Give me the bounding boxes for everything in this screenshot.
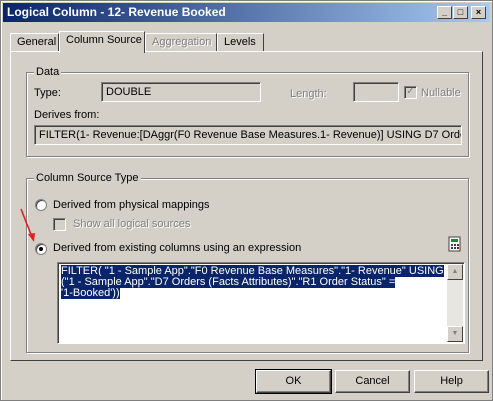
expression-line-3: '1-Booked')) [61, 287, 120, 299]
close-button[interactable]: × [471, 6, 486, 19]
window-title: Logical Column - 12- Revenue Booked [7, 5, 226, 19]
expression-text: FILTER( "1 - Sample App"."F0 Revenue Bas… [61, 265, 446, 299]
derives-from-field: FILTER(1- Revenue:[DAggr(F0 Revenue Base… [34, 125, 462, 145]
tab-levels[interactable]: Levels [217, 33, 264, 52]
show-all-sources-label: Show all logical sources [73, 218, 191, 230]
cancel-button[interactable]: Cancel [335, 370, 410, 393]
annotation-arrow-icon [20, 208, 35, 242]
radio-selected-dot [39, 247, 43, 251]
data-group-title: Data [34, 66, 62, 78]
scroll-up-button[interactable]: ▲ [447, 264, 463, 280]
length-field [353, 82, 399, 102]
nullable-checkbox: ✓ [404, 86, 417, 99]
data-group: Data Type: DOUBLE Length: ✓ Nullable Der… [26, 66, 469, 157]
length-label: Length: [290, 88, 327, 100]
column-source-type-title: Column Source Type [34, 172, 141, 184]
column-source-panel: Data Type: DOUBLE Length: ✓ Nullable Der… [10, 51, 483, 361]
show-all-sources-checkbox [53, 218, 66, 231]
nullable-label: Nullable [421, 87, 461, 99]
expression-radio[interactable] [35, 243, 47, 255]
scroll-down-button[interactable]: ▼ [447, 326, 463, 342]
type-label: Type: [34, 87, 61, 99]
physical-mappings-label[interactable]: Derived from physical mappings [53, 199, 210, 211]
expression-label[interactable]: Derived from existing columns using an e… [53, 242, 301, 254]
expression-textarea[interactable]: FILTER( "1 - Sample App"."F0 Revenue Bas… [57, 262, 465, 344]
tab-general[interactable]: General [10, 33, 59, 52]
maximize-button[interactable]: □ [453, 6, 468, 19]
tab-column-source[interactable]: Column Source [59, 31, 145, 53]
help-button[interactable]: Help [414, 370, 489, 393]
calculator-icon[interactable] [447, 236, 463, 252]
expression-scrollbar[interactable]: ▲ ▼ [447, 264, 463, 342]
minimize-button[interactable]: _ [437, 6, 452, 19]
ok-button[interactable]: OK [255, 369, 332, 394]
type-field: DOUBLE [101, 82, 261, 102]
tab-aggregation: Aggregation [145, 33, 217, 52]
logical-column-dialog: Logical Column - 12- Revenue Booked _ □ … [0, 0, 493, 401]
derives-from-label: Derives from: [34, 109, 100, 121]
title-bar[interactable]: Logical Column - 12- Revenue Booked _ □ … [3, 3, 490, 22]
column-source-type-group: Column Source Type Derived from physical… [26, 172, 469, 353]
